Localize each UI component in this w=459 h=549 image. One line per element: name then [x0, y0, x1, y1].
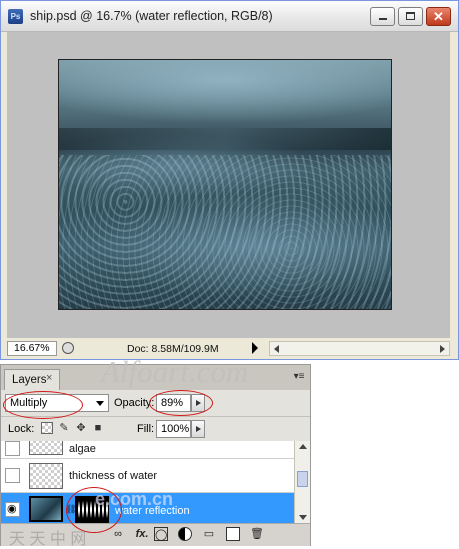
- watermark: 天 天 中 网: [9, 531, 87, 548]
- opacity-slider-button[interactable]: [191, 394, 205, 412]
- lock-position-icon[interactable]: ✥: [75, 422, 87, 434]
- scroll-left-icon[interactable]: [274, 345, 279, 353]
- vertical-scrollbar[interactable]: [294, 441, 310, 523]
- document-size: Doc: 8.58M/109.9M: [127, 343, 219, 355]
- panel-tab-strip: Layers × Alfoart.com ▾≡: [1, 354, 310, 390]
- layers-panel: Layers × Alfoart.com ▾≡ Multiply Opacity…: [0, 354, 311, 548]
- layer-name: thickness of water: [69, 470, 158, 482]
- fill-slider-button[interactable]: [191, 420, 205, 438]
- lock-label: Lock:: [8, 423, 35, 435]
- layer-row[interactable]: thickness of water: [1, 459, 294, 493]
- status-bar: 16.67% Doc: 8.58M/109.9M: [7, 340, 450, 357]
- minimize-button[interactable]: [370, 7, 395, 26]
- document-window: Ps ship.psd @ 16.7% (water reflection, R…: [0, 0, 459, 360]
- panel-menu-icon[interactable]: ▾≡: [291, 369, 307, 385]
- scroll-up-icon[interactable]: [299, 444, 307, 449]
- photoshop-icon: Ps: [8, 9, 23, 24]
- scroll-down-icon[interactable]: [299, 515, 307, 520]
- fill-label: Fill:: [137, 423, 155, 435]
- group-icon[interactable]: ▭: [202, 527, 216, 541]
- canvas-image[interactable]: [58, 59, 392, 310]
- title-bar[interactable]: Ps ship.psd @ 16.7% (water reflection, R…: [1, 1, 458, 32]
- zoom-level-field[interactable]: 16.67%: [7, 341, 57, 356]
- scroll-right-icon[interactable]: [440, 345, 445, 353]
- layer-row-selected[interactable]: ⛓ water reflection e.com.cn: [1, 489, 294, 523]
- scroll-thumb[interactable]: [297, 471, 308, 487]
- opacity-label: Opacity:: [114, 397, 155, 409]
- tab-layers[interactable]: Layers ×: [4, 369, 60, 390]
- canvas-area[interactable]: [7, 32, 450, 338]
- layer-thumbnail: [29, 441, 63, 455]
- layer-name: water reflection: [115, 505, 190, 517]
- layer-name: algae: [69, 443, 96, 455]
- minimize-icon: [379, 18, 387, 20]
- blend-row: Multiply Opacity: 89%: [1, 390, 310, 416]
- window-title: ship.psd @ 16.7% (water reflection, RGB/…: [30, 9, 273, 23]
- layer-thumbnail: [29, 463, 63, 489]
- visibility-toggle[interactable]: [5, 468, 20, 483]
- lock-all-icon[interactable]: ■: [92, 422, 104, 434]
- close-button[interactable]: ✕: [426, 7, 451, 26]
- layer-row[interactable]: algae: [1, 441, 294, 459]
- blend-mode-dropdown[interactable]: Multiply: [5, 394, 109, 412]
- fx-icon[interactable]: fx.: [135, 527, 149, 541]
- zoom-preview-icon[interactable]: [62, 342, 74, 354]
- chevron-down-icon: [96, 401, 104, 406]
- maximize-button[interactable]: [398, 7, 423, 26]
- new-layer-icon[interactable]: [226, 527, 240, 541]
- mask-icon[interactable]: ◯: [154, 527, 168, 541]
- visibility-toggle[interactable]: [5, 441, 20, 456]
- trash-icon[interactable]: 🗑: [250, 527, 264, 541]
- close-icon: ✕: [433, 9, 444, 24]
- blend-mode-value: Multiply: [10, 397, 48, 409]
- layer-mask-thumbnail[interactable]: [75, 496, 109, 523]
- tab-layers-label: Layers: [12, 374, 47, 386]
- eye-icon[interactable]: [5, 502, 20, 517]
- tab-close-icon[interactable]: ×: [46, 372, 52, 384]
- fill-input[interactable]: 100%: [156, 420, 191, 438]
- lock-row: Lock: ✎ ✥ ■ Fill: 100%: [1, 416, 310, 441]
- lock-pixels-icon[interactable]: ✎: [58, 422, 70, 434]
- adjustment-icon[interactable]: [178, 527, 192, 541]
- opacity-input[interactable]: 89%: [156, 394, 191, 412]
- lock-transparency-icon[interactable]: [41, 422, 53, 434]
- horizontal-scrollbar[interactable]: [269, 341, 450, 356]
- layer-list: algae thickness of water ⛓ water reflect…: [1, 441, 310, 523]
- panel-footer: 天 天 中 网 ∞ fx. ◯ ▭ 🗑: [1, 523, 310, 548]
- layer-thumbnail: [29, 496, 63, 522]
- link-icon[interactable]: ∞: [111, 527, 125, 541]
- maximize-icon: [406, 12, 415, 20]
- status-menu-arrow-icon[interactable]: [252, 342, 258, 354]
